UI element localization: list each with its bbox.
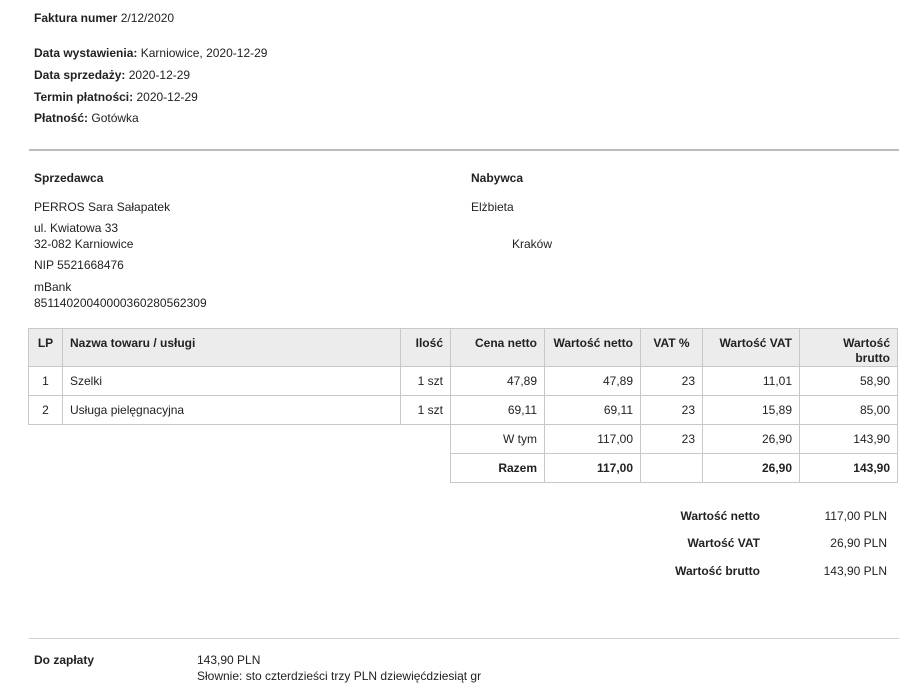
cell-name: Szelki — [62, 366, 401, 396]
summary-vat-row: Wartość VAT 26,90 PLN — [660, 530, 887, 558]
seller-account: 85114020040000360280562309 — [34, 296, 207, 310]
razem-net: 117,00 — [544, 453, 641, 483]
payment-method-value: Gotówka — [91, 111, 139, 125]
cell-price: 69,11 — [450, 395, 545, 425]
summary-gross-value: 143,90 PLN — [823, 563, 887, 578]
buyer-heading: Nabywca — [471, 171, 524, 185]
wtym-gross: 143,90 — [799, 424, 898, 454]
seller-city: 32-082 Karniowice — [34, 237, 134, 251]
wtym-label: W tym — [450, 424, 545, 454]
table-row-razem: Razem 117,00 26,90 143,90 — [29, 453, 898, 483]
col-header-name: Nazwa towaru / usługi — [62, 328, 401, 367]
summary-vat-label: Wartość VAT — [687, 536, 760, 551]
summary-table: Wartość netto 117,00 PLN Wartość VAT 26,… — [660, 502, 887, 585]
cell-price: 47,89 — [450, 366, 545, 396]
table-row: 2 Usługa pielęgnacyjna 1 szt 69,11 69,11… — [28, 395, 898, 425]
table-row-wtym: W tym 117,00 23 26,90 143,90 — [29, 424, 898, 454]
cell-gross: 85,00 — [799, 395, 898, 425]
invoice-number: Faktura numer 2/12/2020 — [34, 11, 174, 25]
cell-qty: 1 szt — [400, 366, 451, 396]
seller-name: PERROS Sara Sałapatek — [34, 200, 171, 214]
cell-net: 47,89 — [544, 366, 641, 396]
razem-gross: 143,90 — [799, 453, 898, 483]
wtym-vat-value: 26,90 — [702, 424, 800, 454]
issue-date: Data wystawienia: Karniowice, 2020-12-29 — [34, 46, 267, 60]
amount-due-label: Do zapłaty — [34, 653, 95, 667]
col-header-vat-value: Wartość VAT — [702, 328, 800, 367]
due-date-value: 2020-12-29 — [136, 90, 198, 104]
seller-bank: mBank — [34, 280, 72, 294]
seller-heading: Sprzedawca — [34, 171, 104, 185]
seller-street: ul. Kwiatowa 33 — [34, 221, 119, 235]
summary-vat-value: 26,90 PLN — [830, 536, 887, 551]
invoice-number-value: 2/12/2020 — [120, 11, 175, 25]
buyer-name: Elżbieta — [471, 200, 514, 214]
summary-gross-label: Wartość brutto — [675, 563, 760, 578]
items-table: LP Nazwa towaru / usługi Ilość Cena nett… — [28, 328, 898, 483]
cell-gross: 58,90 — [799, 366, 898, 396]
summary-net-label: Wartość netto — [680, 508, 760, 523]
due-date-label: Termin płatności: — [34, 90, 134, 104]
invoice-number-label: Faktura numer — [34, 11, 118, 25]
col-header-net: Wartość netto — [544, 328, 641, 367]
cell-lp: 2 — [28, 395, 63, 425]
table-row: 1 Szelki 1 szt 47,89 47,89 23 11,01 58,9… — [28, 366, 898, 396]
payment-method: Płatność: Gotówka — [34, 111, 139, 125]
cell-qty: 1 szt — [400, 395, 451, 425]
col-header-lp: LP — [28, 328, 63, 367]
issue-date-label: Data wystawienia: — [34, 46, 138, 60]
sale-date-label: Data sprzedaży: — [34, 68, 126, 82]
amount-due-words: Słownie: sto czterdzieści trzy PLN dziew… — [197, 669, 482, 683]
summary-net-value: 117,00 PLN — [824, 508, 888, 523]
cell-vat-pct: 23 — [640, 395, 703, 425]
cell-name: Usługa pielęgnacyjna — [62, 395, 401, 425]
divider-top — [29, 149, 899, 151]
seller-nip: NIP 5521668476 — [34, 258, 124, 272]
sale-date: Data sprzedaży: 2020-12-29 — [34, 68, 190, 82]
razem-label: Razem — [450, 453, 545, 483]
buyer-city: Kraków — [512, 237, 553, 251]
cell-vat-value: 15,89 — [702, 395, 800, 425]
razem-vat-pct — [640, 453, 703, 483]
table-header-row: LP Nazwa towaru / usługi Ilość Cena nett… — [28, 328, 898, 367]
summary-gross-row: Wartość brutto 143,90 PLN — [660, 557, 887, 585]
payment-method-label: Płatność: — [34, 111, 89, 125]
col-header-gross: Wartość brutto — [799, 328, 898, 367]
due-date: Termin płatności: 2020-12-29 — [34, 90, 198, 104]
cell-lp: 1 — [28, 366, 63, 396]
wtym-net: 117,00 — [544, 424, 641, 454]
divider-bottom — [29, 638, 899, 639]
razem-vat-value: 26,90 — [702, 453, 800, 483]
cell-vat-pct: 23 — [640, 366, 703, 396]
col-header-price: Cena netto — [450, 328, 545, 367]
col-header-qty: Ilość — [400, 328, 451, 367]
col-header-vat-pct: VAT % — [640, 328, 703, 367]
cell-vat-value: 11,01 — [702, 366, 800, 396]
sale-date-value: 2020-12-29 — [128, 68, 191, 82]
amount-due-value: 143,90 PLN — [197, 653, 261, 667]
wtym-vat-pct: 23 — [640, 424, 703, 454]
cell-net: 69,11 — [544, 395, 641, 425]
issue-date-value: Karniowice, 2020-12-29 — [140, 46, 268, 60]
summary-net-row: Wartość netto 117,00 PLN — [660, 502, 887, 530]
